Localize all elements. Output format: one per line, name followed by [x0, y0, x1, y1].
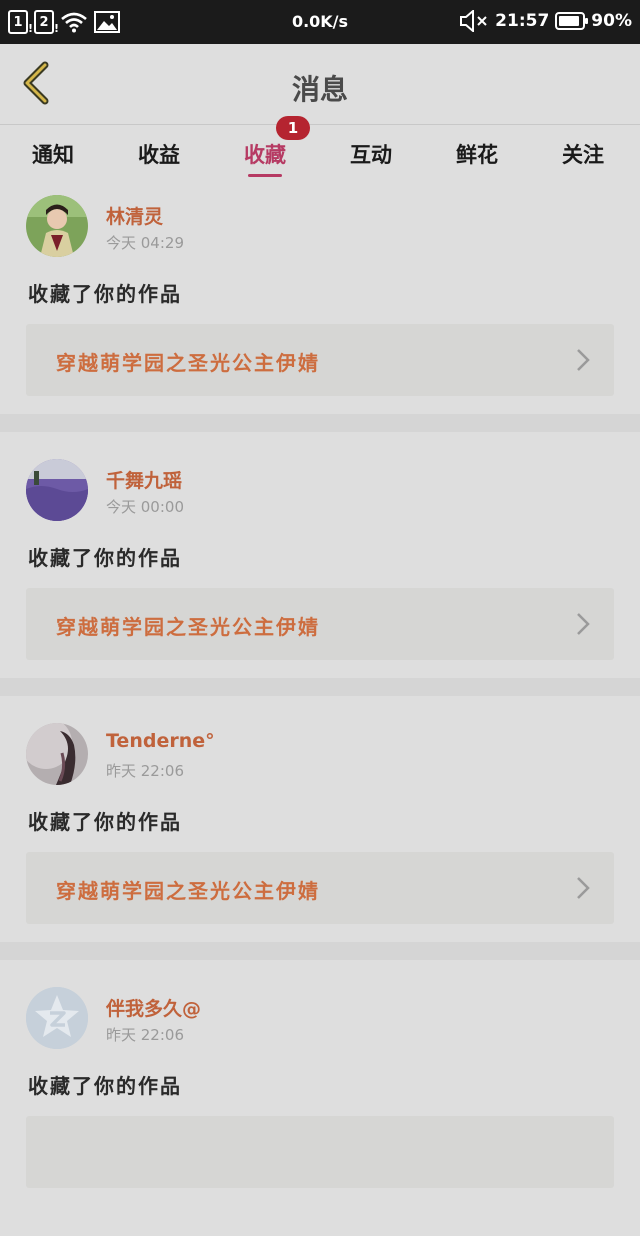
tab-label: 收藏 — [244, 143, 286, 167]
list-item: Tenderne° 昨天 22:06 收藏了你的作品 穿越萌学园之圣光公主伊婧 — [0, 708, 640, 972]
message-text: 收藏了你的作品 — [28, 810, 182, 834]
list-item: 林清灵 今天 04:29 收藏了你的作品 穿越萌学园之圣光公主伊婧 — [0, 180, 640, 444]
work-link[interactable]: 穿越萌学园之圣光公主伊婧 — [26, 324, 614, 396]
message-text: 收藏了你的作品 — [28, 546, 182, 570]
timestamp: 今天 04:29 — [106, 234, 184, 252]
username[interactable]: 千舞九瑶 — [106, 466, 182, 493]
battery-icon — [555, 12, 589, 30]
username[interactable]: Tenderne° — [106, 730, 215, 752]
work-title: 穿越萌学园之圣光公主伊婧 — [56, 615, 320, 639]
tab-notice[interactable]: 通知 — [0, 125, 106, 181]
divider — [0, 678, 640, 696]
mute-icon — [460, 10, 487, 32]
list-item: 千舞九瑶 今天 00:00 收藏了你的作品 穿越萌学园之圣光公主伊婧 — [0, 444, 640, 708]
timestamp: 昨天 22:06 — [106, 1026, 184, 1044]
avatar[interactable] — [26, 195, 88, 257]
list-item: 伴我多久@ 昨天 22:06 收藏了你的作品 — [0, 972, 640, 1236]
unread-badge: 1 — [276, 116, 310, 140]
chevron-right-icon — [577, 349, 590, 371]
divider — [0, 414, 640, 432]
status-right: 21:57 90% — [459, 10, 632, 32]
status-bar: 1! 2! 0.0K/s 21:57 90% — [0, 0, 640, 44]
page-title: 消息 — [291, 73, 348, 106]
work-title: 穿越萌学园之圣光公主伊婧 — [56, 879, 320, 903]
username[interactable]: 伴我多久@ — [106, 994, 201, 1021]
divider — [0, 942, 640, 960]
timestamp: 昨天 22:06 — [106, 762, 184, 780]
message-text: 收藏了你的作品 — [28, 1074, 182, 1098]
tab-bar: 通知 收益 收藏 1 互动 鲜花 关注 — [0, 116, 640, 181]
timestamp: 今天 00:00 — [106, 498, 184, 516]
header: 消息 — [0, 44, 640, 124]
work-link[interactable] — [26, 1116, 614, 1188]
chevron-right-icon — [577, 613, 590, 635]
battery-percent: 90% — [591, 11, 632, 31]
tab-label: 鲜花 — [456, 143, 498, 167]
clock: 21:57 — [495, 11, 550, 31]
tab-label: 关注 — [562, 143, 604, 167]
tab-favorites[interactable]: 收藏 1 — [212, 116, 318, 181]
default-avatar-icon[interactable] — [26, 987, 88, 1049]
tab-label: 通知 — [32, 143, 74, 167]
avatar[interactable] — [26, 459, 88, 521]
tab-interactions[interactable]: 互动 — [318, 125, 424, 181]
message-list: 林清灵 今天 04:29 收藏了你的作品 穿越萌学园之圣光公主伊婧 千舞九瑶 今… — [0, 180, 640, 1236]
work-link[interactable]: 穿越萌学园之圣光公主伊婧 — [26, 852, 614, 924]
tab-following[interactable]: 关注 — [530, 125, 636, 181]
message-text: 收藏了你的作品 — [28, 282, 182, 306]
active-tab-indicator — [248, 174, 282, 177]
tab-label: 互动 — [350, 143, 392, 167]
work-link[interactable]: 穿越萌学园之圣光公主伊婧 — [26, 588, 614, 660]
username[interactable]: 林清灵 — [106, 202, 163, 229]
tab-earnings[interactable]: 收益 — [106, 125, 212, 181]
tab-flowers[interactable]: 鲜花 — [424, 125, 530, 181]
avatar[interactable] — [26, 723, 88, 785]
chevron-right-icon — [577, 877, 590, 899]
tab-label: 收益 — [138, 143, 180, 167]
work-title: 穿越萌学园之圣光公主伊婧 — [56, 351, 320, 375]
